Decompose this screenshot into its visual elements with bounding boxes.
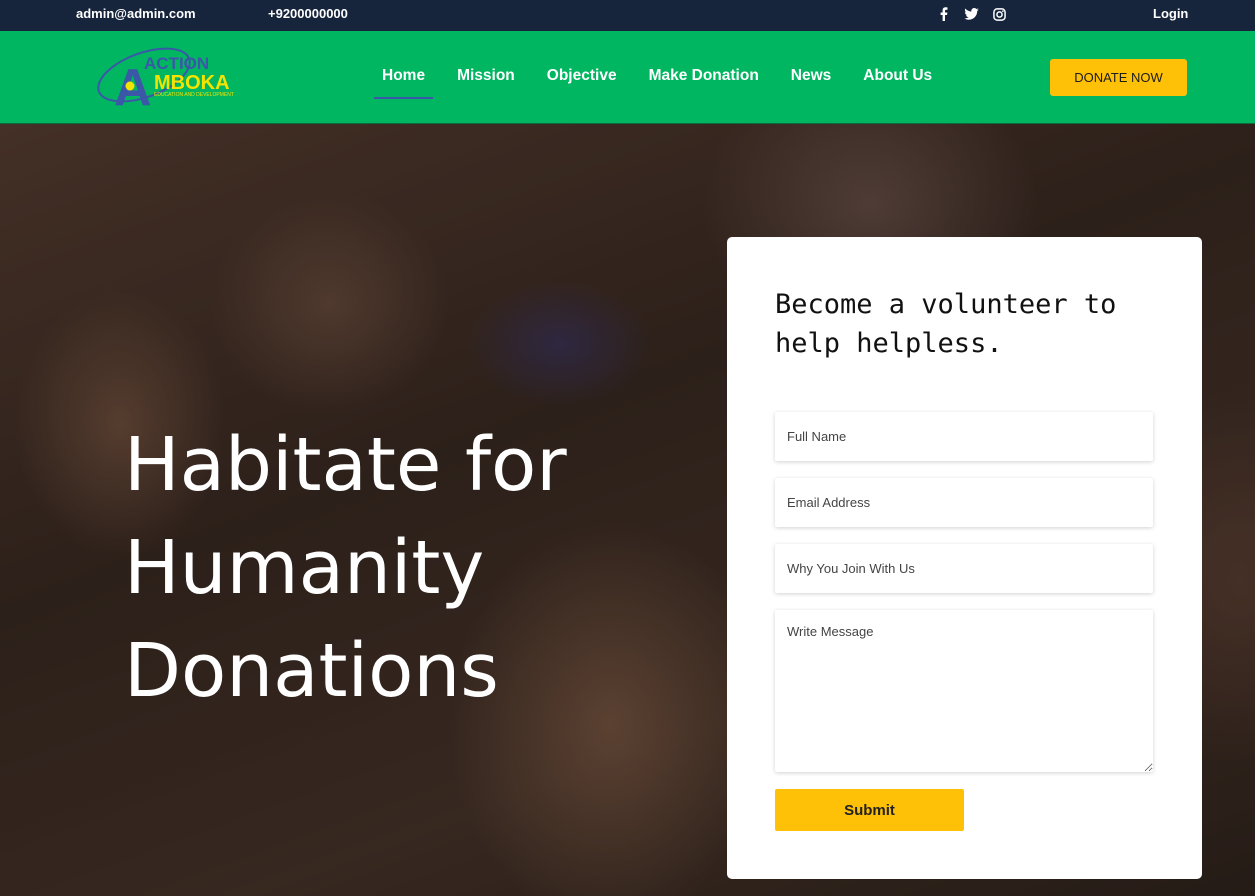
full-name-input[interactable] [775,412,1153,461]
nav-home[interactable]: Home [373,67,434,99]
primary-nav: Home Mission Objective Make Donation New… [373,67,964,99]
logo-line2: MBOKA [154,72,230,94]
social-links [934,5,1008,23]
nav-about-us[interactable]: About Us [863,67,932,85]
main-navbar: A ACTION MBOKA EDUCATION AND DEVELOPMENT… [0,31,1255,124]
top-bar: admin@admin.com +9200000000 Login [0,0,1255,31]
volunteer-form-heading: Become a volunteer to help helpless. [775,289,1117,359]
facebook-icon[interactable] [934,5,952,23]
brand-logo[interactable]: A ACTION MBOKA EDUCATION AND DEVELOPMENT [92,43,252,117]
hero-title-line3: Donations [124,628,499,714]
login-link[interactable]: Login [1153,6,1188,21]
contact-phone[interactable]: +9200000000 [268,6,348,21]
nav-objective[interactable]: Objective [547,67,617,85]
hero-title: Habitate for Humanity Donations [124,414,644,723]
twitter-icon[interactable] [962,5,980,23]
donate-now-button[interactable]: DONATE NOW [1050,59,1187,96]
contact-email[interactable]: admin@admin.com [76,6,196,21]
logo-line1: ACTION [144,54,209,73]
reason-input[interactable] [775,544,1153,593]
instagram-icon[interactable] [990,5,1008,23]
logo-tagline: EDUCATION AND DEVELOPMENT [154,92,234,98]
hero-title-line1: Habitate for [124,422,567,508]
submit-button[interactable]: Submit [775,789,964,831]
nav-news[interactable]: News [791,67,832,85]
email-input[interactable] [775,478,1153,527]
nav-mission[interactable]: Mission [457,67,515,85]
nav-make-donation[interactable]: Make Donation [649,67,759,85]
volunteer-form-card: Become a volunteer to help helpless. Sub… [727,237,1202,879]
hero-title-line2: Humanity [124,525,485,611]
message-textarea[interactable] [775,610,1153,772]
